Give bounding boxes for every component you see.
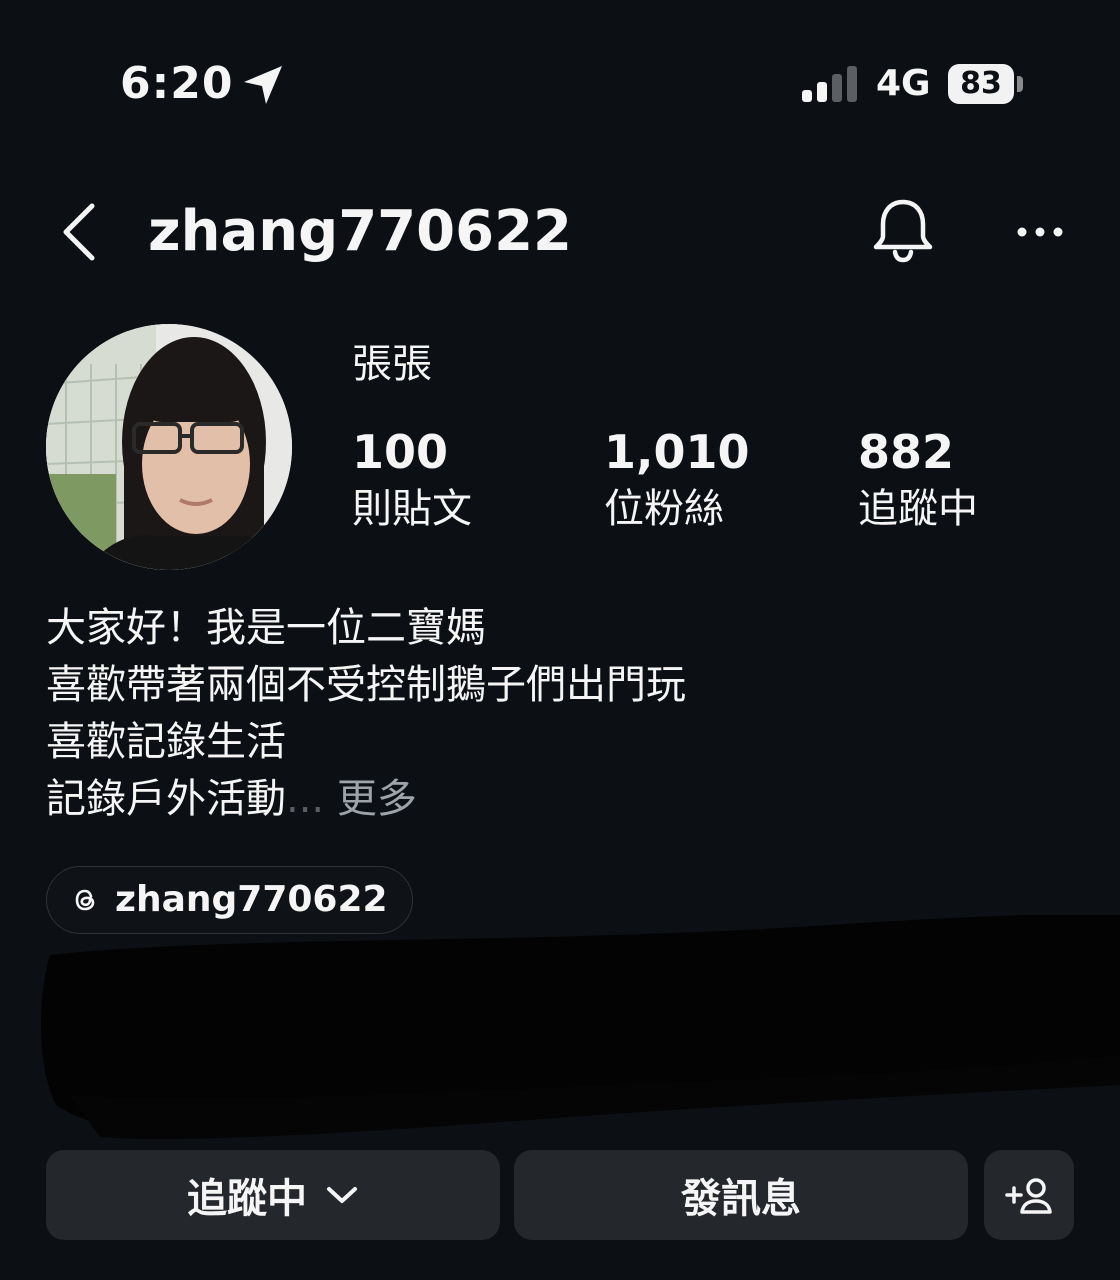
following-button[interactable]: 追蹤中 [46, 1150, 500, 1240]
profile-username-title: zhang770622 [148, 199, 572, 264]
stat-following[interactable]: 882 追蹤中 [858, 424, 1078, 538]
threads-icon [75, 889, 95, 911]
stat-followers-label: 位粉絲 [604, 486, 724, 532]
chevron-down-icon [327, 1187, 357, 1203]
stat-followers[interactable]: 1,010 位粉絲 [604, 424, 824, 538]
message-button-label: 發訊息 [681, 1176, 801, 1222]
bio-more-link[interactable]: 更多 [337, 776, 417, 822]
status-time: 6:20 [120, 58, 234, 109]
stat-posts-label: 則貼文 [352, 486, 472, 532]
following-button-label: 追蹤中 [187, 1176, 307, 1222]
bio: 大家好！我是一位二寶媽 喜歡帶著兩個不受控制鵝子們出門玩 喜歡記錄生活 記錄戶外… [46, 600, 1066, 828]
add-person-icon [1005, 1178, 1052, 1214]
battery-level: 83 [960, 66, 1002, 101]
redacted-area [40, 915, 1120, 1140]
bio-line-text: 記錄戶外活動 [46, 776, 286, 822]
battery-icon: 83 [948, 64, 1014, 104]
battery-cap [1017, 76, 1023, 92]
add-person-button[interactable] [984, 1150, 1074, 1240]
stat-following-count: 882 [858, 425, 955, 479]
back-chevron-icon[interactable] [58, 200, 102, 264]
stat-following-label: 追蹤中 [858, 486, 978, 532]
display-name: 張張 [352, 341, 432, 387]
stat-followers-count: 1,010 [604, 425, 750, 479]
network-type: 4G [876, 63, 931, 104]
signal-bars-icon [802, 66, 857, 102]
avatar-photo [46, 324, 292, 570]
bell-icon[interactable] [870, 196, 936, 266]
avatar[interactable] [46, 324, 292, 570]
more-dots-icon[interactable] [1012, 212, 1068, 252]
bio-line: 喜歡帶著兩個不受控制鵝子們出門玩 [46, 662, 686, 708]
bio-line-last: 記錄戶外活動... 更多 [46, 771, 1066, 828]
message-button[interactable]: 發訊息 [514, 1150, 968, 1240]
location-arrow-icon [244, 66, 282, 104]
bio-line: 喜歡記錄生活 [46, 719, 286, 765]
stat-posts[interactable]: 100 則貼文 [352, 424, 572, 538]
bio-ellipsis: ... [286, 776, 325, 822]
bio-line: 大家好！我是一位二寶媽 [46, 605, 486, 651]
stat-posts-count: 100 [352, 425, 449, 479]
